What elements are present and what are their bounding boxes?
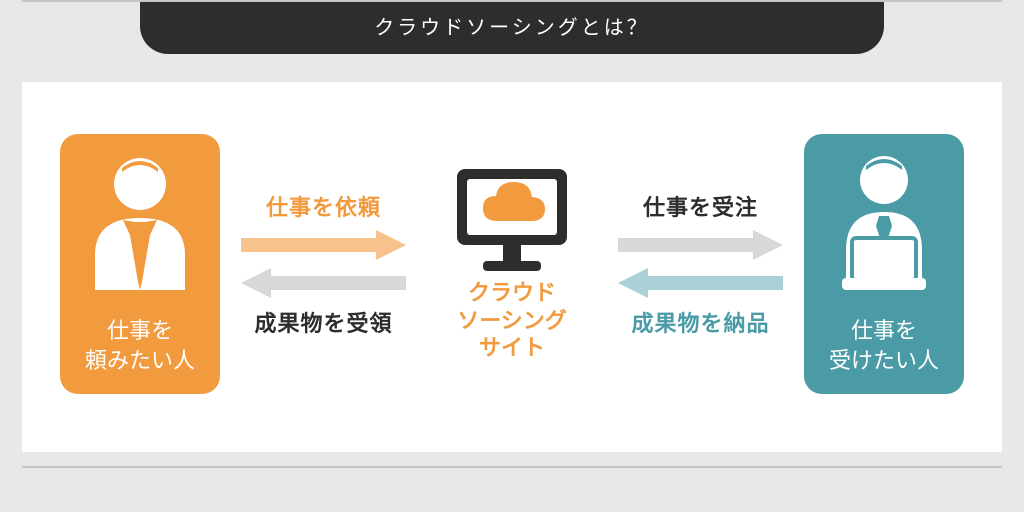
- platform-label-line3: サイト: [479, 335, 545, 360]
- worker-label-line2: 受けたい人: [829, 348, 939, 373]
- worker-label: 仕事を 受けたい人: [829, 316, 939, 375]
- flow-receive-label: 成果物を受領: [254, 306, 392, 338]
- worker-box: 仕事を 受けたい人: [804, 134, 964, 394]
- person-laptop-icon: [824, 150, 944, 290]
- arrow-right-icon: [241, 230, 406, 260]
- flow-request-label: 仕事を依頼: [266, 190, 381, 222]
- person-suit-icon: [80, 150, 200, 290]
- left-flows: 仕事を依頼 成果物を受領: [234, 190, 414, 338]
- monitor-cloud-icon: [453, 165, 571, 273]
- platform-label-line2: ソーシング: [457, 308, 567, 333]
- arrow-left-icon: [241, 268, 406, 298]
- client-label-line2: 頼みたい人: [85, 348, 195, 373]
- platform-label: クラウド ソーシング サイト: [457, 279, 567, 362]
- page-title: クラウドソーシングとは？: [374, 17, 650, 39]
- platform-label-line1: クラウド: [468, 280, 556, 305]
- platform-block: クラウド ソーシング サイト: [427, 165, 597, 362]
- flow-deliver-label: 成果物を納品: [631, 306, 769, 338]
- diagram-row: 仕事を 頼みたい人 仕事を依頼 成果物を受領: [22, 82, 1002, 452]
- client-label-line1: 仕事を: [107, 318, 173, 343]
- arrow-right-icon: [618, 230, 783, 260]
- right-flows: 仕事を受注 成果物を納品: [611, 190, 791, 338]
- client-box: 仕事を 頼みたい人: [60, 134, 220, 394]
- worker-label-line1: 仕事を: [851, 318, 917, 343]
- title-bar: クラウドソーシングとは？: [140, 2, 884, 54]
- diagram-panel: 仕事を 頼みたい人 仕事を依頼 成果物を受領: [22, 82, 1002, 452]
- arrow-left-icon: [618, 268, 783, 298]
- client-label: 仕事を 頼みたい人: [85, 316, 195, 375]
- bottom-divider: [22, 466, 1002, 468]
- flow-accept-label: 仕事を受注: [643, 190, 758, 222]
